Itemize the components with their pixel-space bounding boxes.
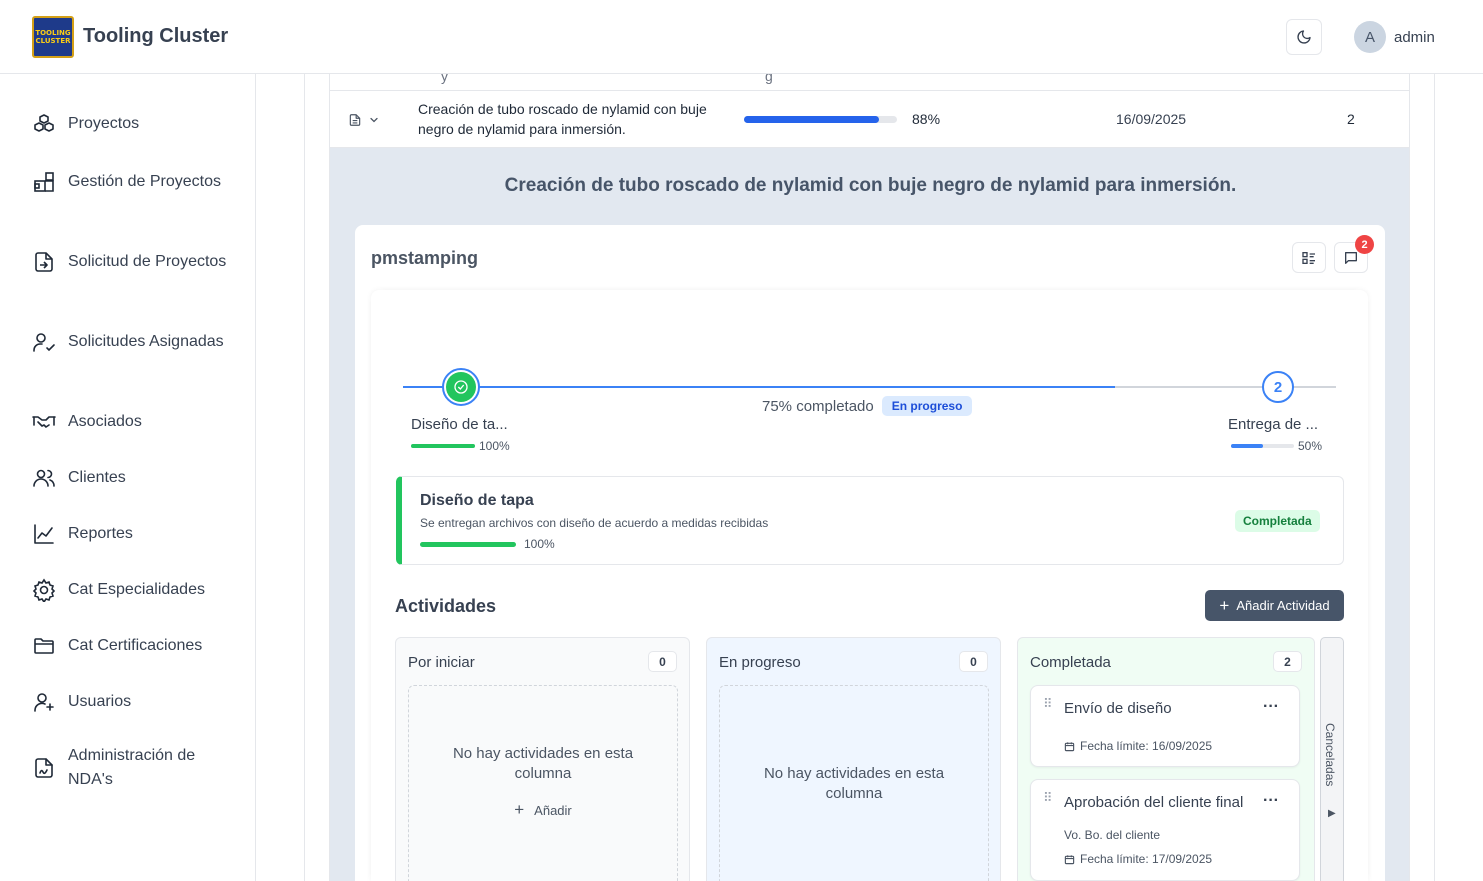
step-1-label[interactable]: Diseño de ta... xyxy=(411,416,508,433)
step-2-label[interactable]: Entrega de ... xyxy=(1228,416,1318,433)
phase-status-badge: Completada xyxy=(1235,510,1320,532)
app-logo[interactable]: TOOLING CLUSTER xyxy=(32,16,74,58)
calendar-icon xyxy=(1064,741,1075,751)
sidebar-item-usuarios[interactable]: Usuarios xyxy=(30,688,240,716)
theme-toggle-button[interactable] xyxy=(1286,19,1322,55)
step-1-progress-label: 100% xyxy=(479,439,510,453)
user-name[interactable]: admin xyxy=(1394,29,1435,46)
project-progress-label: 88% xyxy=(912,111,941,127)
column-por-iniciar: Por iniciar 0 No hay actividades en esta… xyxy=(395,637,690,881)
detail-title: Creación de tubo roscado de nylamid con … xyxy=(504,175,1237,196)
file-import-icon xyxy=(30,248,58,276)
project-name: Creación de tubo roscado de nylamid con … xyxy=(418,101,707,137)
sidebar-item-administracion-ndas[interactable]: Administración de NDA's xyxy=(30,744,240,792)
column-title: Canceladas xyxy=(1323,723,1337,787)
empty-message: No hay actividades en esta columna xyxy=(763,765,945,802)
expand-arrow-icon[interactable]: ▶ xyxy=(1328,808,1336,819)
user-plus-icon xyxy=(30,688,58,716)
checklist-button[interactable] xyxy=(1292,242,1326,273)
column-title: En progreso xyxy=(719,654,801,671)
overall-progress-label: 75% completado xyxy=(762,397,874,415)
step-2-progress-bar xyxy=(1231,444,1294,448)
activity-card[interactable]: ⠿ Aprobación del cliente final ··· Vo. B… xyxy=(1030,779,1300,881)
sidebar-item-solicitud-proyectos[interactable]: Solicitud de Proyectos xyxy=(30,248,240,276)
sidebar-item-gestion-proyectos[interactable]: Gestión de Proyectos xyxy=(30,168,240,196)
project-date: 16/09/2025 xyxy=(1116,111,1187,127)
check-icon xyxy=(454,380,468,394)
column-count: 0 xyxy=(648,651,677,672)
grid-plus-icon xyxy=(30,168,58,196)
empty-message: No hay actividades en esta columna xyxy=(452,745,634,782)
project-progress-bar xyxy=(744,116,897,123)
overall-progress: 75% completado En progreso xyxy=(762,396,973,416)
company-name: pmstamping xyxy=(371,248,479,268)
column-en-progreso: En progreso 0 No hay actividades en esta… xyxy=(706,637,1001,881)
message-icon xyxy=(1345,251,1357,264)
phase-description: Se entregan archivos con diseño de acuer… xyxy=(420,516,769,530)
activity-due-date: Fecha límite: 16/09/2025 xyxy=(1064,739,1212,753)
document-icon[interactable] xyxy=(348,112,362,133)
more-options-icon[interactable]: ··· xyxy=(1263,698,1279,716)
column-canceladas-collapsed[interactable]: Canceladas ▶ xyxy=(1320,637,1344,881)
avatar[interactable]: A xyxy=(1354,21,1386,53)
line-chart-icon xyxy=(30,520,58,548)
add-activity-button[interactable]: + Añadir Actividad xyxy=(1205,590,1344,621)
add-in-column-button[interactable]: + Añadir xyxy=(409,800,677,820)
moon-icon xyxy=(1297,30,1311,44)
status-badge: En progreso xyxy=(881,396,973,416)
timeline-progress xyxy=(403,386,1115,388)
table-row[interactable]: Creación de tubo roscado de nylamid con … xyxy=(329,91,1410,148)
notification-badge: 2 xyxy=(1355,235,1374,254)
sidebar-item-cat-certificaciones[interactable]: Cat Certificaciones xyxy=(30,632,240,660)
previous-table-row: y g xyxy=(329,74,1410,91)
project-count: 2 xyxy=(1347,111,1355,127)
drag-handle-icon[interactable]: ⠿ xyxy=(1043,790,1052,806)
column-title: Por iniciar xyxy=(408,654,475,671)
sidebar-item-clientes[interactable]: Clientes xyxy=(30,464,240,492)
folder-icon xyxy=(30,632,58,660)
users-icon xyxy=(30,464,58,492)
sidebar-item-proyectos[interactable]: Proyectos xyxy=(30,110,240,138)
sidebar-item-cat-especialidades[interactable]: Cat Especialidades xyxy=(30,576,240,604)
step-2-marker[interactable]: 2 xyxy=(1262,371,1294,403)
sidebar-item-solicitudes-asignadas[interactable]: Solicitudes Asignadas xyxy=(30,328,240,356)
sidebar-item-asociados[interactable]: Asociados xyxy=(30,408,240,436)
activity-card[interactable]: ⠿ Envío de diseño ··· Fecha límite: 16/0… xyxy=(1030,685,1300,767)
sidebar-item-reportes[interactable]: Reportes xyxy=(30,520,240,548)
cubes-icon xyxy=(30,110,58,138)
phase-progress-bar xyxy=(420,542,516,547)
step-1-marker[interactable] xyxy=(442,368,480,406)
column-count: 0 xyxy=(959,651,988,672)
more-options-icon[interactable]: ··· xyxy=(1263,792,1279,810)
activity-due-date: Fecha límite: 17/09/2025 xyxy=(1064,852,1212,866)
app-title: Tooling Cluster xyxy=(83,25,229,47)
column-title: Completada xyxy=(1030,654,1111,671)
gear-icon xyxy=(30,576,58,604)
drop-zone[interactable]: No hay actividades en esta columna xyxy=(719,685,989,881)
column-count: 2 xyxy=(1273,651,1302,672)
file-signature-icon xyxy=(30,754,58,782)
phase-progress-label: 100% xyxy=(524,537,555,551)
handshake-icon xyxy=(30,408,58,436)
plus-icon: + xyxy=(514,800,525,819)
progress-card: 75% completado En progreso 2 Diseño de t… xyxy=(371,290,1368,881)
column-completada: Completada 2 ⠿ Envío de diseño ··· Fecha… xyxy=(1017,637,1315,881)
phase-card[interactable]: Diseño de tapa Se entregan archivos con … xyxy=(396,476,1344,565)
activity-title: Envío de diseño xyxy=(1064,700,1172,717)
activity-title: Aprobación del cliente final xyxy=(1064,794,1244,811)
sidebar: Proyectos Gestión de Proyectos Solicitud… xyxy=(0,74,256,881)
calendar-icon xyxy=(1064,854,1075,864)
checklist-icon xyxy=(1302,251,1315,264)
step-2-progress-label: 50% xyxy=(1298,439,1323,453)
drop-zone[interactable]: No hay actividades en esta columna + Añad… xyxy=(408,685,678,881)
drag-handle-icon[interactable]: ⠿ xyxy=(1043,696,1052,712)
chevron-down-icon[interactable] xyxy=(368,113,380,131)
activities-title: Actividades xyxy=(395,596,497,616)
top-header: TOOLING CLUSTER Tooling Cluster A admin xyxy=(0,0,1483,74)
step-1-progress-bar xyxy=(411,444,475,448)
user-check-icon xyxy=(30,328,58,356)
activity-subtitle: Vo. Bo. del cliente xyxy=(1064,828,1161,842)
phase-title: Diseño de tapa xyxy=(420,492,534,509)
plus-icon: + xyxy=(1219,596,1230,615)
